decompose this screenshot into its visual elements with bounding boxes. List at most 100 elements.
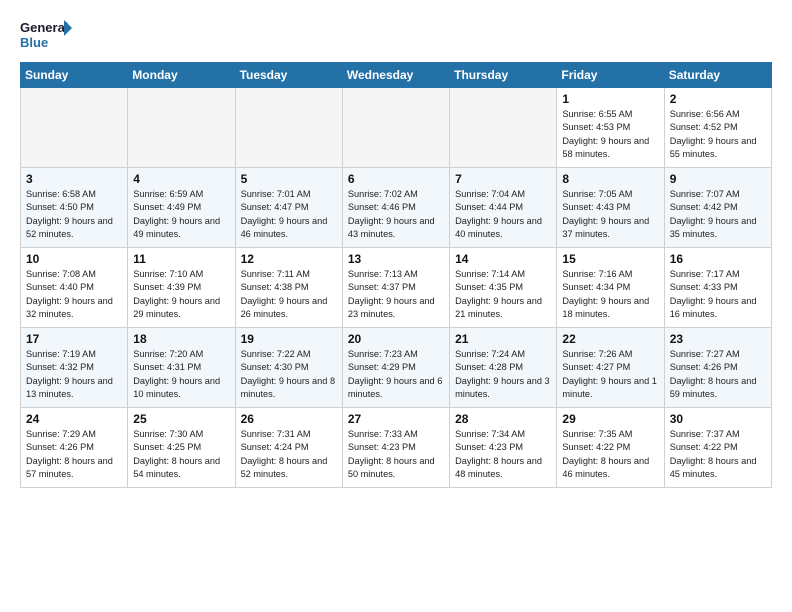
calendar-cell: 21 Sunrise: 7:24 AM Sunset: 4:28 PM Dayli… xyxy=(450,328,557,408)
day-info: Sunrise: 7:07 AM Sunset: 4:42 PM Dayligh… xyxy=(670,188,766,241)
calendar-cell: 15Sunrise: 7:16 AM Sunset: 4:34 PM Dayli… xyxy=(557,248,664,328)
day-info: Sunrise: 7:14 AM Sunset: 4:35 PM Dayligh… xyxy=(455,268,551,321)
day-info: Sunrise: 7:26 AM Sunset: 4:27 PM Dayligh… xyxy=(562,348,658,401)
day-number: 8 xyxy=(562,172,658,186)
day-info: Sunrise: 7:01 AM Sunset: 4:47 PM Dayligh… xyxy=(241,188,337,241)
calendar-cell: 30 Sunrise: 7:37 AM Sunset: 4:22 PM Dayli… xyxy=(664,408,771,488)
day-number: 2 xyxy=(670,92,766,106)
week-row-1: 1Sunrise: 6:55 AM Sunset: 4:53 PM Daylig… xyxy=(21,88,772,168)
calendar-cell xyxy=(342,88,449,168)
day-number: 7 xyxy=(455,172,551,186)
logo-svg: General Blue xyxy=(20,16,72,52)
calendar-cell xyxy=(128,88,235,168)
calendar-cell xyxy=(450,88,557,168)
day-number: 20 xyxy=(348,332,444,346)
calendar-cell: 3 Sunrise: 6:58 AM Sunset: 4:50 PM Daylig… xyxy=(21,168,128,248)
calendar-cell: 1Sunrise: 6:55 AM Sunset: 4:53 PM Daylig… xyxy=(557,88,664,168)
calendar-cell: 14 Sunrise: 7:14 AM Sunset: 4:35 PM Dayli… xyxy=(450,248,557,328)
day-info: Sunrise: 7:24 AM Sunset: 4:28 PM Dayligh… xyxy=(455,348,551,401)
weekday-header-row: SundayMondayTuesdayWednesdayThursdayFrid… xyxy=(21,63,772,88)
day-info: Sunrise: 7:20 AM Sunset: 4:31 PM Dayligh… xyxy=(133,348,229,401)
day-info: Sunrise: 7:31 AM Sunset: 4:24 PM Dayligh… xyxy=(241,428,337,481)
calendar-cell: 28 Sunrise: 7:34 AM Sunset: 4:23 PM Dayli… xyxy=(450,408,557,488)
day-number: 26 xyxy=(241,412,337,426)
calendar-cell: 4 Sunrise: 6:59 AM Sunset: 4:49 PM Daylig… xyxy=(128,168,235,248)
calendar-cell: 9 Sunrise: 7:07 AM Sunset: 4:42 PM Daylig… xyxy=(664,168,771,248)
calendar-cell: 6 Sunrise: 7:02 AM Sunset: 4:46 PM Daylig… xyxy=(342,168,449,248)
day-number: 14 xyxy=(455,252,551,266)
week-row-2: 3 Sunrise: 6:58 AM Sunset: 4:50 PM Daylig… xyxy=(21,168,772,248)
header: General Blue xyxy=(20,16,772,52)
calendar-cell xyxy=(235,88,342,168)
calendar-cell: 19 Sunrise: 7:22 AM Sunset: 4:30 PM Dayli… xyxy=(235,328,342,408)
day-number: 3 xyxy=(26,172,122,186)
calendar-cell: 7Sunrise: 7:04 AM Sunset: 4:44 PM Daylig… xyxy=(450,168,557,248)
weekday-header-wednesday: Wednesday xyxy=(342,63,449,88)
calendar-cell: 18 Sunrise: 7:20 AM Sunset: 4:31 PM Dayli… xyxy=(128,328,235,408)
week-row-5: 24 Sunrise: 7:29 AM Sunset: 4:26 PM Dayli… xyxy=(21,408,772,488)
day-number: 23 xyxy=(670,332,766,346)
day-number: 6 xyxy=(348,172,444,186)
calendar-cell: 27 Sunrise: 7:33 AM Sunset: 4:23 PM Dayli… xyxy=(342,408,449,488)
day-number: 5 xyxy=(241,172,337,186)
day-info: Sunrise: 7:29 AM Sunset: 4:26 PM Dayligh… xyxy=(26,428,122,481)
day-info: Sunrise: 7:19 AM Sunset: 4:32 PM Dayligh… xyxy=(26,348,122,401)
day-info: Sunrise: 6:59 AM Sunset: 4:49 PM Dayligh… xyxy=(133,188,229,241)
calendar-cell: 26 Sunrise: 7:31 AM Sunset: 4:24 PM Dayli… xyxy=(235,408,342,488)
calendar-cell: 22 Sunrise: 7:26 AM Sunset: 4:27 PM Dayli… xyxy=(557,328,664,408)
weekday-header-sunday: Sunday xyxy=(21,63,128,88)
day-info: Sunrise: 7:16 AM Sunset: 4:34 PM Dayligh… xyxy=(562,268,658,321)
day-info: Sunrise: 7:34 AM Sunset: 4:23 PM Dayligh… xyxy=(455,428,551,481)
page: General Blue SundayMondayTuesdayWednesda… xyxy=(0,0,792,612)
day-number: 9 xyxy=(670,172,766,186)
calendar-cell xyxy=(21,88,128,168)
day-number: 12 xyxy=(241,252,337,266)
day-number: 16 xyxy=(670,252,766,266)
day-info: Sunrise: 6:55 AM Sunset: 4:53 PM Dayligh… xyxy=(562,108,658,161)
day-info: Sunrise: 7:13 AM Sunset: 4:37 PM Dayligh… xyxy=(348,268,444,321)
day-number: 24 xyxy=(26,412,122,426)
day-number: 28 xyxy=(455,412,551,426)
day-number: 10 xyxy=(26,252,122,266)
weekday-header-monday: Monday xyxy=(128,63,235,88)
day-info: Sunrise: 7:30 AM Sunset: 4:25 PM Dayligh… xyxy=(133,428,229,481)
weekday-header-friday: Friday xyxy=(557,63,664,88)
calendar-table: SundayMondayTuesdayWednesdayThursdayFrid… xyxy=(20,62,772,488)
calendar-cell: 10Sunrise: 7:08 AM Sunset: 4:40 PM Dayli… xyxy=(21,248,128,328)
day-info: Sunrise: 7:35 AM Sunset: 4:22 PM Dayligh… xyxy=(562,428,658,481)
day-info: Sunrise: 6:58 AM Sunset: 4:50 PM Dayligh… xyxy=(26,188,122,241)
weekday-header-saturday: Saturday xyxy=(664,63,771,88)
calendar-cell: 8Sunrise: 7:05 AM Sunset: 4:43 PM Daylig… xyxy=(557,168,664,248)
week-row-3: 10Sunrise: 7:08 AM Sunset: 4:40 PM Dayli… xyxy=(21,248,772,328)
calendar-cell: 20 Sunrise: 7:23 AM Sunset: 4:29 PM Dayli… xyxy=(342,328,449,408)
day-number: 19 xyxy=(241,332,337,346)
calendar-cell: 16Sunrise: 7:17 AM Sunset: 4:33 PM Dayli… xyxy=(664,248,771,328)
weekday-header-tuesday: Tuesday xyxy=(235,63,342,88)
calendar-cell: 12Sunrise: 7:11 AM Sunset: 4:38 PM Dayli… xyxy=(235,248,342,328)
day-info: Sunrise: 7:37 AM Sunset: 4:22 PM Dayligh… xyxy=(670,428,766,481)
svg-text:Blue: Blue xyxy=(20,35,48,50)
calendar-cell: 13Sunrise: 7:13 AM Sunset: 4:37 PM Dayli… xyxy=(342,248,449,328)
day-number: 27 xyxy=(348,412,444,426)
day-number: 4 xyxy=(133,172,229,186)
calendar-cell: 2Sunrise: 6:56 AM Sunset: 4:52 PM Daylig… xyxy=(664,88,771,168)
calendar-cell: 11Sunrise: 7:10 AM Sunset: 4:39 PM Dayli… xyxy=(128,248,235,328)
day-number: 29 xyxy=(562,412,658,426)
day-number: 17 xyxy=(26,332,122,346)
day-number: 30 xyxy=(670,412,766,426)
day-number: 18 xyxy=(133,332,229,346)
week-row-4: 17 Sunrise: 7:19 AM Sunset: 4:32 PM Dayli… xyxy=(21,328,772,408)
calendar-cell: 29 Sunrise: 7:35 AM Sunset: 4:22 PM Dayli… xyxy=(557,408,664,488)
day-number: 25 xyxy=(133,412,229,426)
day-info: Sunrise: 7:10 AM Sunset: 4:39 PM Dayligh… xyxy=(133,268,229,321)
calendar-cell: 23 Sunrise: 7:27 AM Sunset: 4:26 PM Dayli… xyxy=(664,328,771,408)
svg-text:General: General xyxy=(20,20,68,35)
day-info: Sunrise: 7:23 AM Sunset: 4:29 PM Dayligh… xyxy=(348,348,444,401)
day-info: Sunrise: 7:27 AM Sunset: 4:26 PM Dayligh… xyxy=(670,348,766,401)
day-number: 21 xyxy=(455,332,551,346)
calendar-cell: 25 Sunrise: 7:30 AM Sunset: 4:25 PM Dayli… xyxy=(128,408,235,488)
day-number: 22 xyxy=(562,332,658,346)
day-info: Sunrise: 7:02 AM Sunset: 4:46 PM Dayligh… xyxy=(348,188,444,241)
day-info: Sunrise: 7:33 AM Sunset: 4:23 PM Dayligh… xyxy=(348,428,444,481)
day-info: Sunrise: 7:22 AM Sunset: 4:30 PM Dayligh… xyxy=(241,348,337,401)
